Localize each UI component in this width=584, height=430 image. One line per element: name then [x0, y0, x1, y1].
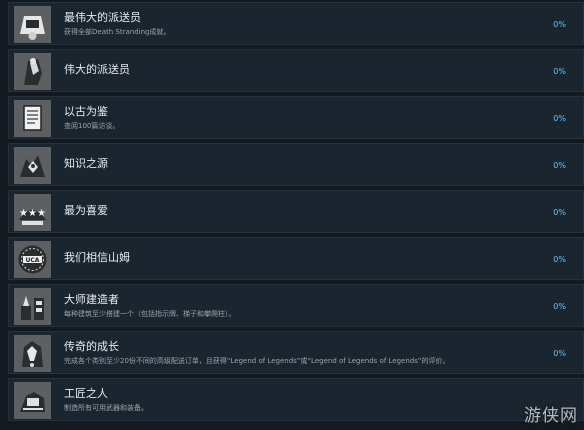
svg-text:UCA: UCA: [26, 257, 40, 264]
uca-emblem-icon: UCA: [14, 241, 51, 278]
site-watermark: 游侠网: [524, 406, 578, 426]
achievement-row[interactable]: 传奇的成长 完成各个类别至少20份不同的高级配送订单，且获得“Legend of…: [8, 331, 584, 374]
achievement-percent: 0%: [553, 114, 566, 123]
achievement-percent: 0%: [553, 302, 566, 311]
achievement-row[interactable]: 以古为鉴 查阅100篇访谈。 0%: [8, 96, 584, 139]
svg-text:★★★: ★★★: [19, 208, 46, 219]
achievement-title: 伟大的派送员: [64, 63, 130, 76]
document-icon: [14, 100, 51, 137]
achievement-row[interactable]: 伟大的派送员 0%: [8, 49, 584, 92]
achievement-list: 最伟大的派送员 获得全部Death Stranding成就。 0% 伟大的派送员…: [8, 2, 584, 425]
craftsman-icon: [14, 382, 51, 419]
achievement-description: 制造所有可用武器和装备。: [64, 404, 148, 412]
achievement-row[interactable]: 最伟大的派送员 获得全部Death Stranding成就。 0%: [8, 2, 584, 45]
achievement-title: 知识之源: [64, 157, 108, 170]
bird-icon: [14, 147, 51, 184]
achievement-description: 每种建筑至少搭建一个（包括指示牌、梯子和攀爬柱）。: [64, 310, 236, 318]
delivery-emblem-icon: [14, 6, 51, 43]
achievement-row[interactable]: ★★★ 最为喜爱 0%: [8, 190, 584, 233]
achievement-description: 查阅100篇访谈。: [64, 122, 120, 130]
achievement-title: 最为喜爱: [64, 204, 108, 217]
builder-icon: [14, 288, 51, 325]
achievement-percent: 0%: [553, 208, 566, 217]
achievement-row[interactable]: 工匠之人 制造所有可用武器和装备。: [8, 378, 584, 421]
achievement-percent: 0%: [553, 349, 566, 358]
achievement-percent: 0%: [553, 161, 566, 170]
achievement-percent: 0%: [553, 67, 566, 76]
achievement-title: 大师建造者: [64, 293, 119, 306]
achievement-description: 完成各个类别至少20份不同的高级配送订单，且获得“Legend of Legen…: [64, 357, 450, 365]
achievement-row[interactable]: UCA 我们相信山姆 0%: [8, 237, 584, 280]
achievement-title: 最伟大的派送员: [64, 11, 141, 24]
legend-icon: [14, 335, 51, 372]
achievement-description: 获得全部Death Stranding成就。: [64, 28, 171, 36]
stars-icon: ★★★: [14, 194, 51, 231]
achievement-row[interactable]: 知识之源 0%: [8, 143, 584, 186]
achievement-title: 传奇的成长: [64, 340, 119, 353]
achievement-percent: 0%: [553, 255, 566, 264]
achievement-title: 我们相信山姆: [64, 251, 130, 264]
achievement-title: 工匠之人: [64, 387, 108, 400]
achievement-title: 以古为鉴: [64, 105, 108, 118]
achievement-percent: 0%: [553, 20, 566, 29]
porter-icon: [14, 53, 51, 90]
achievement-row[interactable]: 大师建造者 每种建筑至少搭建一个（包括指示牌、梯子和攀爬柱）。 0%: [8, 284, 584, 327]
